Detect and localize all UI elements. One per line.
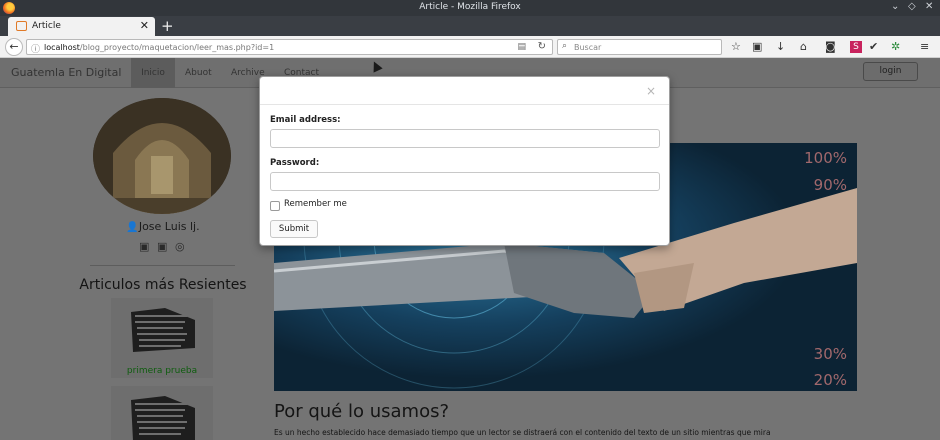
download-icon[interactable]: ↓: [776, 40, 785, 53]
password-field[interactable]: [270, 172, 660, 191]
new-tab-plus-icon[interactable]: +: [161, 17, 174, 35]
address-bar[interactable]: ⓘ localhost/blog_proyecto/maquetacion/le…: [26, 39, 553, 55]
user-icon: 👤: [126, 222, 139, 233]
sidebar-divider: [90, 265, 235, 266]
url-text: localhost/blog_proyecto/maquetacion/leer…: [44, 43, 275, 52]
minimize-icon[interactable]: ⌄: [891, 1, 899, 12]
login-button[interactable]: login: [863, 62, 918, 81]
tab-article[interactable]: Article ✕: [8, 17, 155, 36]
email-label: Email address:: [270, 115, 341, 125]
recent-article-card[interactable]: primera prueba: [111, 298, 213, 378]
instagram-icon[interactable]: ◎: [175, 240, 185, 253]
search-input[interactable]: ⌕ Buscar: [557, 39, 722, 55]
reader-view-icon[interactable]: ▤: [517, 42, 526, 52]
hero-overlay-100: 100%: [804, 149, 847, 167]
maximize-icon[interactable]: ◇: [908, 1, 916, 12]
nav-item-inicio[interactable]: Inicio: [131, 58, 175, 88]
bookmark-star-icon[interactable]: ☆: [731, 40, 741, 53]
home-icon[interactable]: ⌂: [800, 40, 807, 53]
close-window-icon[interactable]: ✕: [925, 1, 933, 12]
page-favicon-icon: [16, 21, 27, 31]
hero-overlay-90: 90%: [813, 176, 847, 194]
reload-icon[interactable]: ↻: [538, 41, 546, 52]
window-titlebar: Article - Mozilla Firefox ⌄ ◇ ✕: [0, 0, 940, 16]
extension-check-icon[interactable]: ✔: [869, 40, 878, 53]
tab-close-icon[interactable]: ✕: [140, 19, 149, 32]
article-body: Es un hecho establecido hace demasiado t…: [274, 428, 771, 437]
facebook-icon[interactable]: ▣: [157, 240, 167, 253]
tab-label: Article: [32, 21, 61, 31]
recent-article-card-2[interactable]: [111, 386, 213, 440]
tab-strip: Article ✕: [0, 16, 940, 36]
extension-s-icon[interactable]: S: [850, 41, 862, 53]
extension-green-icon[interactable]: ✲: [891, 40, 900, 53]
back-arrow-icon[interactable]: ←: [5, 38, 23, 56]
recent-article-thumbnail: [131, 308, 195, 352]
modal-close-icon[interactable]: ×: [646, 84, 656, 98]
remember-me-label[interactable]: Remember me: [284, 199, 347, 209]
window-title: Article - Mozilla Firefox: [419, 2, 521, 12]
nav-item-abuot[interactable]: Abuot: [185, 58, 212, 88]
menu-hamburger-icon[interactable]: ≡: [920, 40, 929, 53]
remember-me-checkbox[interactable]: [270, 201, 280, 211]
article-title: Por qué lo usamos?: [274, 401, 450, 422]
search-icon: ⌕: [562, 41, 568, 51]
site-brand[interactable]: Guatemla En Digital: [11, 66, 121, 79]
pocket-icon[interactable]: ◙: [825, 40, 836, 53]
hero-overlay-20: 20%: [813, 371, 847, 389]
recent-article-thumbnail-2: [131, 396, 195, 440]
email-field[interactable]: [270, 129, 660, 148]
password-label: Password:: [270, 158, 320, 168]
twitter-icon[interactable]: ▣: [139, 240, 149, 253]
library-icon[interactable]: ▣: [752, 40, 762, 53]
login-modal: × Email address: Password: Remember me S…: [259, 76, 670, 246]
author-avatar: [93, 98, 231, 214]
browser-toolbar: ← ⓘ localhost/blog_proyecto/maquetacion/…: [0, 36, 940, 58]
recent-article-label[interactable]: primera prueba: [111, 366, 213, 376]
site-info-icon[interactable]: ⓘ: [31, 42, 40, 55]
modal-header: ×: [260, 77, 669, 105]
search-placeholder: Buscar: [574, 43, 602, 52]
hero-overlay-30: 30%: [813, 345, 847, 363]
submit-button[interactable]: Submit: [270, 220, 318, 238]
